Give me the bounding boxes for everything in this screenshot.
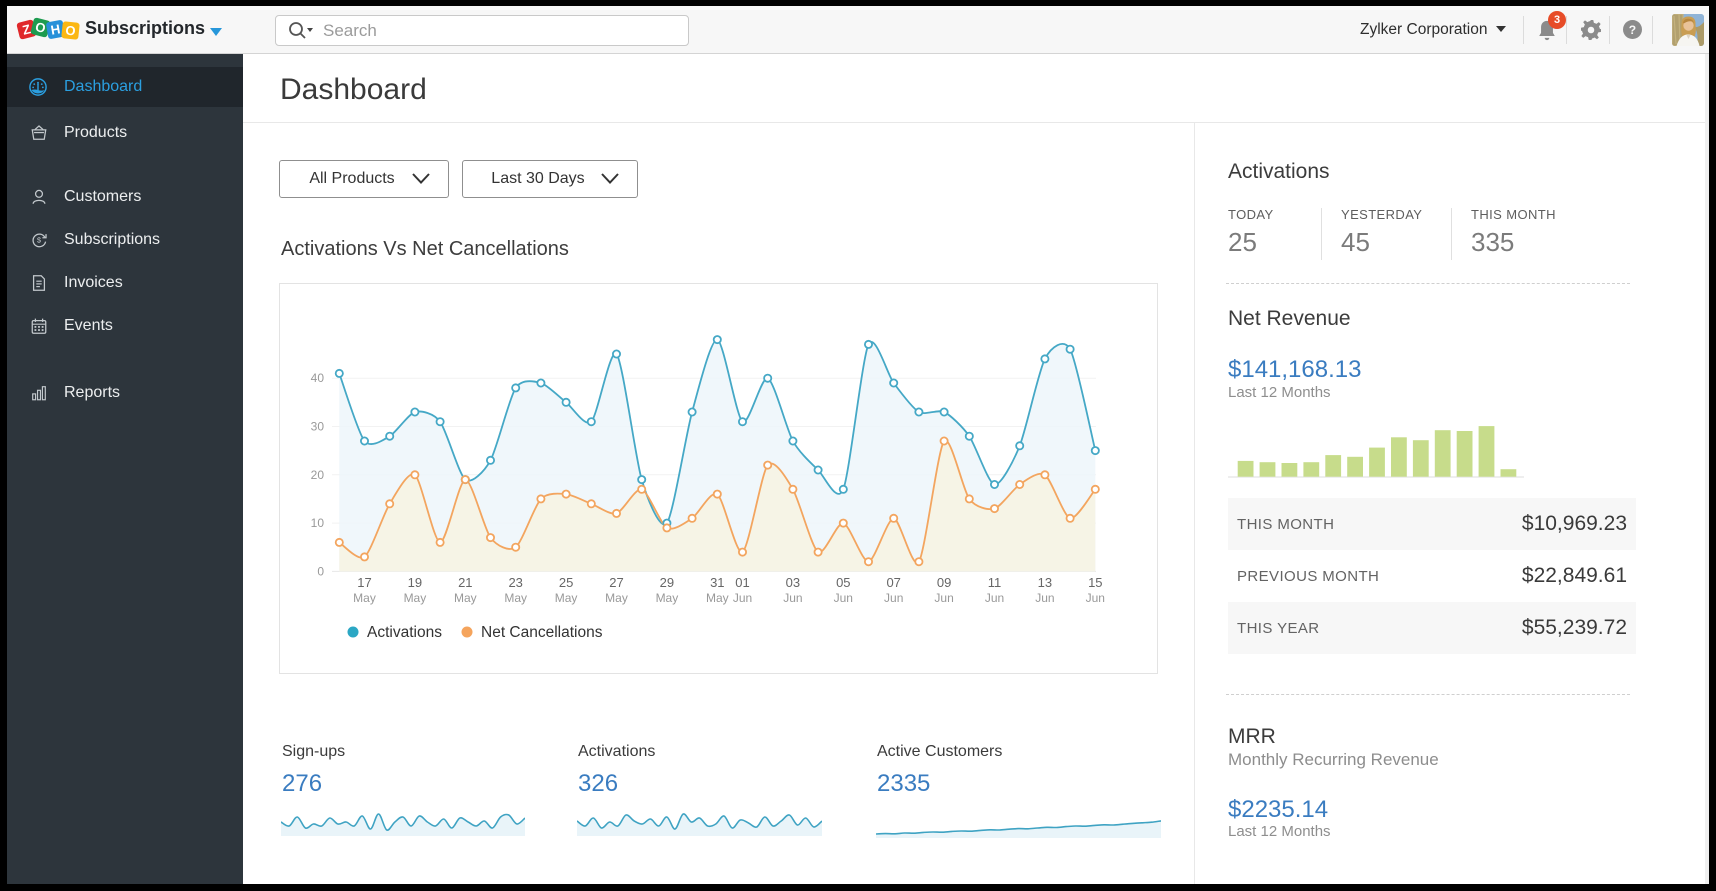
- svg-text:23: 23: [508, 575, 522, 590]
- svg-text:01: 01: [735, 575, 749, 590]
- svg-text:?: ?: [1629, 23, 1636, 37]
- svg-text:11: 11: [988, 575, 1002, 590]
- svg-text:Jun: Jun: [1086, 591, 1105, 605]
- svg-text:15: 15: [1088, 575, 1102, 590]
- svg-text:Jun: Jun: [1035, 591, 1054, 605]
- svg-text:Activations: Activations: [367, 624, 442, 641]
- svg-text:Jun: Jun: [934, 591, 953, 605]
- svg-text:May: May: [706, 591, 729, 605]
- svg-text:17: 17: [357, 575, 371, 590]
- svg-text:40: 40: [311, 371, 325, 385]
- svg-text:Jun: Jun: [733, 591, 752, 605]
- svg-text:29: 29: [660, 575, 674, 590]
- svg-text:May: May: [504, 591, 527, 605]
- svg-text:May: May: [656, 591, 679, 605]
- svg-text:May: May: [605, 591, 628, 605]
- svg-text:31: 31: [710, 575, 724, 590]
- svg-text:May: May: [454, 591, 477, 605]
- svg-text:13: 13: [1038, 575, 1052, 590]
- svg-text:20: 20: [311, 468, 325, 482]
- svg-text:09: 09: [937, 575, 951, 590]
- svg-text:30: 30: [311, 420, 325, 434]
- svg-text:21: 21: [458, 575, 472, 590]
- svg-text:Jun: Jun: [985, 591, 1004, 605]
- svg-text:10: 10: [311, 516, 325, 530]
- svg-text:May: May: [404, 591, 427, 605]
- svg-text:07: 07: [886, 575, 900, 590]
- svg-text:Jun: Jun: [834, 591, 853, 605]
- svg-text:Net Cancellations: Net Cancellations: [481, 624, 603, 641]
- svg-text:May: May: [555, 591, 578, 605]
- svg-text:0: 0: [317, 564, 324, 578]
- svg-text:05: 05: [836, 575, 850, 590]
- svg-text:25: 25: [559, 575, 573, 590]
- svg-text:19: 19: [408, 575, 422, 590]
- svg-text:$: $: [37, 235, 41, 244]
- svg-text:Jun: Jun: [884, 591, 903, 605]
- svg-text:May: May: [353, 591, 376, 605]
- svg-text:27: 27: [609, 575, 623, 590]
- svg-text:03: 03: [786, 575, 800, 590]
- svg-text:Jun: Jun: [783, 591, 802, 605]
